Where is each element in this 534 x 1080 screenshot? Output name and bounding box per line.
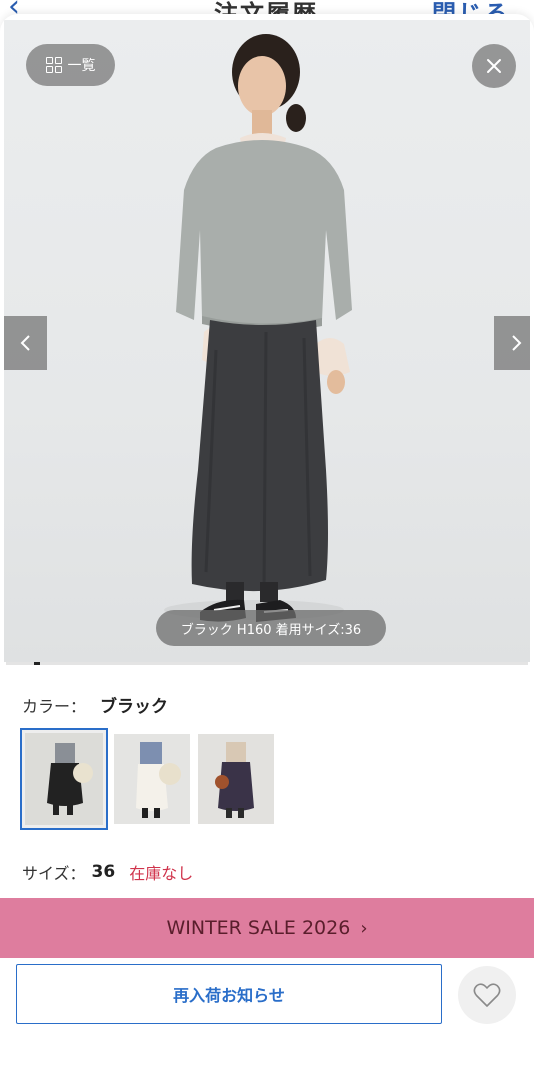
restock-notify-button[interactable]: 再入荷お知らせ (16, 964, 442, 1024)
sale-banner-label: WINTER SALE 2026 (166, 917, 351, 939)
grid-icon (45, 57, 62, 73)
favorite-button[interactable] (458, 966, 516, 1024)
selected-color: ブラック (100, 697, 169, 717)
gallery-list-label: 一覧 (67, 58, 96, 74)
size-row: サイズ： 36 在庫なし (22, 860, 193, 884)
color-swatch-white[interactable] (114, 734, 190, 824)
swatch-navy-image (198, 734, 274, 824)
gallery-progress-track (6, 662, 528, 665)
color-label: カラー： (22, 696, 87, 716)
photo-caption: ブラック H160 着用サイズ:36 (156, 610, 386, 646)
chevron-left-icon (20, 335, 30, 351)
winter-sale-banner[interactable]: WINTER SALE 2026 › (0, 898, 534, 958)
chevron-right-icon (511, 335, 521, 351)
color-swatches (20, 728, 274, 830)
product-photo[interactable]: 一覧 ブラック H160 着用サイズ:36 (4, 20, 530, 662)
product-modal: 一覧 ブラック H160 着用サイズ:36 カラー： ブラック サイズ： 36 … (0, 14, 534, 1080)
gallery-close-button[interactable] (472, 44, 516, 88)
color-row: カラー： ブラック (22, 692, 169, 718)
gallery-progress-indicator (34, 662, 40, 665)
close-icon (487, 59, 501, 73)
color-swatch-black[interactable] (20, 728, 108, 830)
gallery-prev-button[interactable] (4, 316, 47, 370)
size-label: サイズ： (22, 864, 86, 883)
selected-size: 36 (91, 862, 116, 882)
color-swatch-navy[interactable] (198, 734, 274, 824)
model-photo-illustration (164, 34, 352, 622)
gallery-list-button[interactable]: 一覧 (26, 44, 115, 86)
gallery-next-button[interactable] (494, 316, 530, 370)
swatch-black-image (25, 733, 103, 825)
chevron-right-icon: › (360, 917, 368, 939)
stock-status: 在庫なし (129, 864, 194, 883)
swatch-white-image (114, 734, 190, 824)
heart-icon (473, 983, 501, 1007)
